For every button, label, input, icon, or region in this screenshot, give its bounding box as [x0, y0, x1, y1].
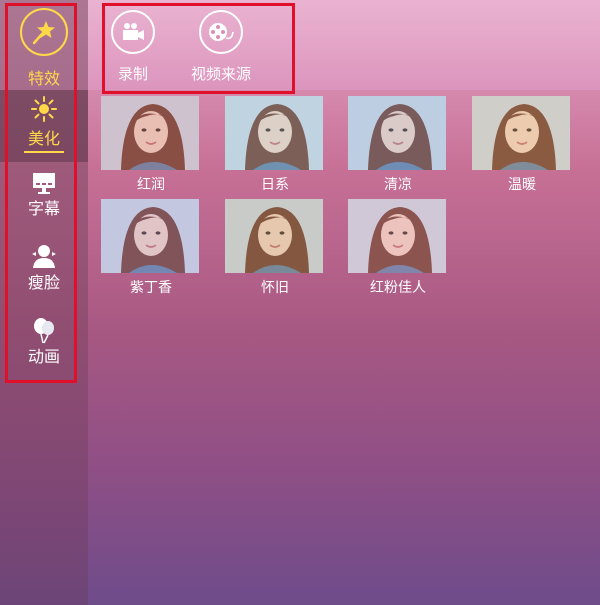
filter-label: 温暖	[508, 177, 536, 193]
filter-label: 紫丁香	[130, 280, 172, 296]
filter-thumbnail	[101, 96, 199, 170]
filter-item[interactable]: 清凉	[348, 96, 448, 194]
subtitle-screen-icon	[6, 168, 82, 200]
sidebar-item-label: 动画	[27, 347, 60, 366]
active-underline	[24, 151, 64, 153]
sidebar-item-effects[interactable]: 特效	[6, 5, 82, 88]
video-source-button[interactable]: 视频来源	[176, 10, 266, 84]
filter-item[interactable]: 日系	[225, 96, 325, 194]
sidebar-item-label: 美化	[27, 129, 60, 148]
filter-thumbnail	[225, 199, 323, 273]
sparkle-icon	[0, 96, 88, 126]
sidebar-item-label: 特效	[27, 69, 60, 88]
filter-label: 清凉	[384, 177, 412, 193]
sidebar-item-animation[interactable]: 动画	[6, 316, 82, 376]
video-source-label: 视频来源	[190, 65, 251, 83]
filter-item[interactable]: 温暖	[472, 96, 572, 194]
filter-thumbnail	[101, 199, 199, 273]
person-icon	[6, 242, 82, 274]
filter-item[interactable]: 红粉佳人	[348, 199, 448, 297]
sidebar-item-subtitles[interactable]: 字幕	[6, 168, 82, 228]
film-reel-icon	[199, 10, 243, 54]
balloon-icon	[6, 316, 82, 348]
filter-item[interactable]: 红润	[101, 96, 201, 194]
filter-thumbnail	[348, 199, 446, 273]
filter-thumbnail	[225, 96, 323, 170]
record-button[interactable]: 录制	[106, 10, 160, 84]
filter-label: 红粉佳人	[370, 280, 426, 296]
filter-item[interactable]: 怀旧	[225, 199, 325, 297]
filter-thumbnail	[348, 96, 446, 170]
filter-label: 红润	[137, 177, 165, 193]
magic-wand-icon	[20, 8, 68, 56]
video-camera-icon	[111, 10, 155, 54]
sidebar-item-face-slim[interactable]: 瘦脸	[6, 242, 82, 302]
top-toolbar-background	[0, 0, 600, 90]
sidebar-item-label: 字幕	[27, 199, 60, 218]
filter-item[interactable]: 紫丁香	[101, 199, 201, 297]
filter-label: 日系	[261, 177, 289, 193]
record-label: 录制	[117, 65, 148, 83]
sidebar-item-beautify[interactable]: 美化	[0, 90, 88, 162]
sidebar-item-label: 瘦脸	[27, 273, 60, 292]
filter-label: 怀旧	[261, 280, 289, 296]
filter-thumbnail	[472, 96, 570, 170]
